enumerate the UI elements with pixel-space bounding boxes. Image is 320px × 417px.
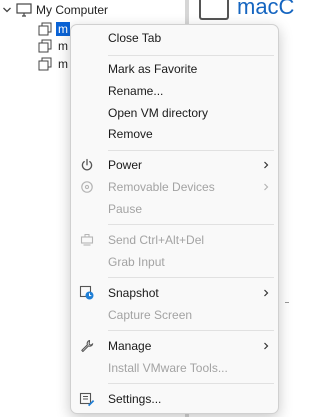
- menu-separator: [108, 383, 274, 384]
- menu-item-label: Send Ctrl+Alt+Del: [108, 233, 205, 247]
- menu-item-snapshot[interactable]: Snapshot: [71, 282, 278, 304]
- divider: [285, 302, 289, 303]
- menu-separator: [108, 55, 274, 56]
- tree-item-vm[interactable]: m: [38, 36, 70, 56]
- menu-item-label: Install VMware Tools...: [108, 361, 228, 375]
- menu-item-label: Power: [108, 158, 143, 172]
- removable-devices-icon: [79, 179, 95, 195]
- chevron-right-icon: [264, 289, 269, 297]
- vm-logo-icon: [199, 0, 229, 20]
- tree-item-vm-label: m: [58, 39, 68, 53]
- vm-title: macC: [237, 0, 295, 19]
- chevron-right-icon: [264, 161, 269, 169]
- menu-item-label: Remove: [108, 127, 153, 141]
- keyboard-icon: [79, 232, 95, 248]
- menu-item-pause[interactable]: Pause: [71, 198, 278, 220]
- menu-item-label: Open VM directory: [108, 106, 209, 120]
- menu-item-remove[interactable]: Remove: [71, 123, 278, 145]
- vm-icon: [38, 57, 52, 71]
- snapshot-icon: [79, 285, 95, 301]
- power-icon: [79, 157, 95, 173]
- menu-item-label: Close Tab: [108, 31, 162, 45]
- wrench-icon: [79, 338, 95, 354]
- menu-separator: [108, 277, 274, 278]
- menu-separator: [108, 150, 274, 151]
- tree-root-my-computer[interactable]: My Computer: [2, 0, 108, 20]
- menu-item-manage[interactable]: Manage: [71, 335, 278, 357]
- menu-item-power[interactable]: Power: [71, 154, 278, 176]
- menu-item-install-vmware-tools[interactable]: Install VMware Tools...: [71, 357, 278, 379]
- menu-item-mark-favorite[interactable]: Mark as Favorite: [71, 58, 278, 80]
- tree-item-vm-label: m: [56, 22, 70, 36]
- menu-item-label: Capture Screen: [108, 308, 193, 322]
- tree-item-vm[interactable]: m: [38, 54, 70, 74]
- menu-item-label: Pause: [108, 202, 143, 216]
- menu-item-open-vm-directory[interactable]: Open VM directory: [71, 102, 278, 124]
- menu-item-label: Settings...: [108, 392, 162, 406]
- menu-item-removable-devices[interactable]: Removable Devices: [71, 176, 278, 198]
- menu-item-rename[interactable]: Rename...: [71, 80, 278, 102]
- menu-separator: [108, 330, 274, 331]
- menu-item-label: Grab Input: [108, 255, 165, 269]
- chevron-right-icon: [264, 183, 269, 191]
- computer-icon: [16, 3, 32, 17]
- tree-item-vm-label: m: [58, 57, 68, 71]
- menu-item-grab-input[interactable]: Grab Input: [71, 251, 278, 273]
- menu-item-label: Mark as Favorite: [108, 62, 198, 76]
- menu-item-send-ctrl-alt-del[interactable]: Send Ctrl+Alt+Del: [71, 229, 278, 251]
- settings-icon: [79, 391, 95, 407]
- menu-item-label: Rename...: [108, 84, 164, 98]
- menu-item-label: Snapshot: [108, 286, 159, 300]
- menu-item-settings[interactable]: Settings...: [71, 388, 278, 410]
- menu-item-capture-screen[interactable]: Capture Screen: [71, 304, 278, 326]
- menu-item-label: Removable Devices: [108, 180, 215, 194]
- menu-separator: [108, 224, 274, 225]
- menu-item-label: Manage: [108, 339, 152, 353]
- chevron-right-icon: [264, 342, 269, 350]
- context-menu: Close Tab Mark as Favorite Rename... Ope…: [70, 24, 279, 414]
- chevron-down-icon[interactable]: [2, 5, 12, 15]
- vm-icon: [38, 22, 52, 36]
- vm-icon: [38, 39, 52, 53]
- menu-item-close-tab[interactable]: Close Tab: [71, 27, 278, 49]
- tree-root-label: My Computer: [36, 3, 109, 17]
